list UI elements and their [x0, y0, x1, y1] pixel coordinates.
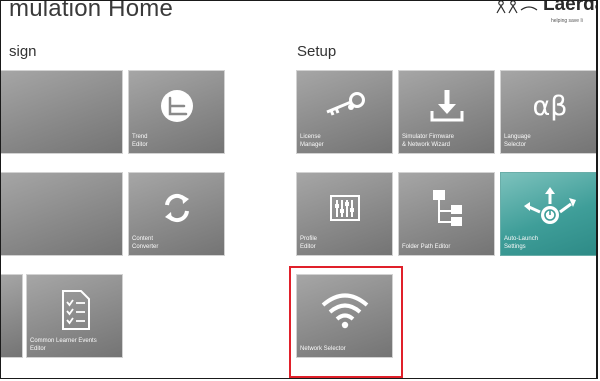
section-title-setup: Setup	[297, 43, 337, 60]
network-selector-highlight	[289, 266, 403, 378]
section-title-design: sign	[9, 43, 37, 60]
profile-editor-tile[interactable]: Profile Editor	[296, 172, 393, 256]
design-tile-2[interactable]	[1, 172, 123, 256]
logo-brand-text: Laerda	[543, 0, 596, 15]
auto-launch-settings-tile[interactable]: Auto-Launch Settings	[500, 172, 596, 256]
download-icon	[399, 81, 494, 131]
alpha-beta-icon: αβ	[532, 90, 568, 122]
common-learner-events-tile[interactable]: Common Learner Events Editor	[26, 274, 123, 358]
tile-label: Simulator Firmware & Network Wizard	[402, 134, 455, 148]
checklist-icon	[27, 285, 122, 335]
tile-label: Common Learner Events Editor	[30, 338, 97, 352]
keys-icon	[297, 81, 392, 131]
design-tile-3[interactable]	[1, 274, 23, 358]
equalizer-icon	[297, 183, 392, 233]
tile-label: Auto-Launch Settings	[504, 236, 539, 250]
content-converter-tile[interactable]: Content Converter	[128, 172, 225, 256]
logo-figures-icon	[496, 1, 538, 14]
language-selector-tile[interactable]: αβ Language Selector	[500, 70, 596, 154]
trend-editor-tile[interactable]: Trend Editor	[128, 70, 225, 154]
trend-editor-icon	[129, 81, 224, 131]
tile-label: Trend Editor	[132, 134, 148, 148]
folder-tree-icon	[399, 183, 494, 233]
laerdal-logo: Laerda helping save li	[495, 0, 596, 28]
tile-label: Content Converter	[132, 236, 159, 250]
folder-path-editor-tile[interactable]: Folder Path Editor	[398, 172, 495, 256]
tile-label: Profile Editor	[300, 236, 318, 250]
page-title: mulation Home	[9, 0, 174, 22]
tile-label: License Manager	[300, 134, 324, 148]
auto-launch-icon	[501, 183, 596, 233]
app-window: mulation Home Laerda helping save li sig…	[0, 0, 598, 379]
logo-tagline: helping save li	[551, 18, 583, 24]
license-manager-tile[interactable]: License Manager	[296, 70, 393, 154]
refresh-icon	[129, 183, 224, 233]
tile-label: Folder Path Editor	[402, 244, 451, 250]
design-tile-1[interactable]	[1, 70, 123, 154]
tile-label: Language Selector	[504, 134, 531, 148]
simulator-firmware-tile[interactable]: Simulator Firmware & Network Wizard	[398, 70, 495, 154]
